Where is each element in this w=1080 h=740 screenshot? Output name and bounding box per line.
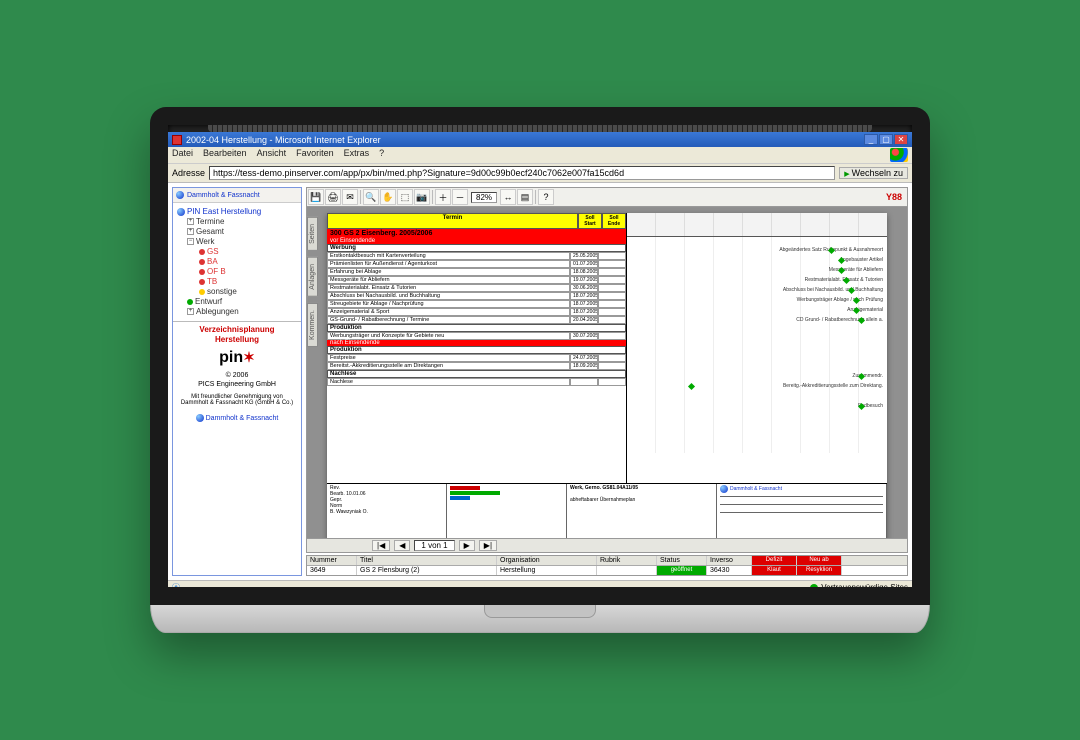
cell-titel: GS 2 Flensburg (2): [357, 566, 497, 575]
brand-logo-icon: [176, 191, 184, 199]
tree-item-sonstige[interactable]: sonstige: [177, 287, 297, 297]
brand-logo-icon: [196, 414, 204, 422]
tree-item-ofb[interactable]: OF B: [177, 267, 297, 277]
globe-icon: [177, 208, 185, 216]
btn-resyklion[interactable]: Resyklion: [797, 566, 842, 575]
cell-nummer: 3649: [307, 566, 357, 575]
prev-page-button[interactable]: ◀: [394, 540, 410, 551]
panel-heading2: Herstellung: [177, 336, 297, 344]
browser-menubar: Datei Bearbeiten Ansicht Favoriten Extra…: [168, 147, 912, 164]
page-count: 1 von 1: [414, 540, 454, 551]
cell-inverso: 36430: [707, 566, 752, 575]
minimize-button[interactable]: _: [864, 134, 878, 145]
window-titlebar: 2002-04 Herstellung - Microsoft Internet…: [168, 132, 912, 147]
search-icon[interactable]: 🔍: [363, 189, 379, 205]
toolbar-find: Y88: [886, 192, 902, 202]
pdf-toolbar: 💾 🖨 ✉ 🔍 ✋ ⬚ 📷 ＋ － 82% ↔: [306, 187, 908, 207]
title-block: Rev. Bearb. 10.01.06 Gepr. Norm B. Wawzy…: [327, 483, 887, 539]
col-termin: Termin: [327, 213, 578, 229]
btn-neuab[interactable]: Neu ab: [797, 556, 842, 565]
windows-logo-icon: [890, 148, 908, 162]
status-bar: ⓔ Vertrauenswürdige Sites: [168, 580, 912, 587]
save-icon[interactable]: 💾: [308, 189, 324, 205]
ie-logo-icon: ⓔ: [172, 582, 180, 587]
menu-help[interactable]: ?: [379, 148, 384, 162]
tree-item-ba[interactable]: BA: [177, 257, 297, 267]
col-inverso: Inverso: [707, 556, 752, 565]
col-nummer: Nummer: [307, 556, 357, 565]
cell-status: geöffnet: [657, 566, 707, 575]
go-button[interactable]: Wechseln zu: [839, 167, 908, 179]
col-sollende: Soll Ende: [602, 213, 626, 229]
security-shield-icon: [810, 584, 818, 588]
sidebar-info-panel: Verzeichnisplanung Herstellung pin✶ © 20…: [173, 321, 301, 575]
select-icon[interactable]: ⬚: [397, 189, 413, 205]
document-page: TerminSoll StartSoll Ende 300 GS 2 Eisen…: [327, 213, 887, 539]
viewer-tab-comments[interactable]: Kommen.: [307, 303, 318, 347]
col-org: Organisation: [497, 556, 597, 565]
next-page-button[interactable]: ▶: [459, 540, 475, 551]
btn-klaut[interactable]: Klaut: [752, 566, 797, 575]
sidebar-brand: Dammholt & Fassnacht: [173, 188, 301, 203]
tree-item-entwurf[interactable]: Entwurf: [177, 297, 297, 307]
doc-title: 300 GS 2 Eisenberg. 2005/2006: [327, 229, 626, 238]
navigation-sidebar: Dammholt & Fassnacht PIN East Herstellun…: [172, 187, 302, 576]
copyright-text: © 2006: [177, 372, 297, 379]
company-text: PICS Engineering GmbH: [177, 381, 297, 388]
last-page-button[interactable]: ▶|: [479, 540, 497, 551]
menu-view[interactable]: Ansicht: [257, 148, 287, 162]
hand-icon[interactable]: ✋: [380, 189, 396, 205]
viewer-tab-pages[interactable]: Seiten: [307, 217, 318, 251]
document-viewer: Seiten Anlagen Kommen. TerminSoll StartS…: [306, 207, 908, 539]
zoom-level[interactable]: 82%: [471, 192, 497, 203]
fitwidth-icon[interactable]: ↔: [500, 189, 516, 205]
tree-item-tb[interactable]: TB: [177, 277, 297, 287]
pin-logo: pin✶: [177, 349, 297, 367]
btn-defizit[interactable]: Defizit: [752, 556, 797, 565]
viewer-tab-attachments[interactable]: Anlagen: [307, 257, 318, 297]
cell-org: Herstellung: [497, 566, 597, 575]
page-navigator: |◀ ◀ 1 von 1 ▶ ▶|: [306, 539, 908, 553]
cell-rubrik: [597, 566, 657, 575]
col-titel: Titel: [357, 556, 497, 565]
menu-extras[interactable]: Extras: [344, 148, 370, 162]
panel-heading1: Verzeichnisplanung: [177, 326, 297, 334]
snapshot-icon[interactable]: 📷: [414, 189, 430, 205]
tree-item-ablegungen[interactable]: +Ablegungen: [177, 307, 297, 317]
maximize-button[interactable]: ▢: [879, 134, 893, 145]
tree-item-werk[interactable]: −Werk: [177, 237, 297, 247]
sec-werbung: Werbung: [327, 244, 626, 252]
gantt-chart: Abgeändertes Satz Ruhepunkt & Ausnahmeor…: [627, 213, 887, 453]
window-title: 2002-04 Herstellung - Microsoft Internet…: [186, 135, 381, 145]
zoomout-icon[interactable]: －: [452, 189, 468, 205]
security-zone: Vertrauenswürdige Sites: [821, 583, 908, 587]
address-bar: Adresse https://tess-demo.pinserver.com/…: [168, 164, 912, 183]
fitpage-icon[interactable]: ▤: [517, 189, 533, 205]
app-icon: [172, 135, 182, 145]
brand2-text: Dammholt & Fassnacht: [206, 415, 279, 422]
tree-item-gesamt[interactable]: +Gesamt: [177, 227, 297, 237]
close-button[interactable]: ✕: [894, 134, 908, 145]
col-rubrik: Rubrik: [597, 556, 657, 565]
help-icon[interactable]: ?: [538, 189, 554, 205]
record-grid: Nummer Titel Organisation Rubrik Status …: [306, 555, 908, 576]
col-sollstart: Soll Start: [578, 213, 602, 229]
tree-item-gs[interactable]: GS: [177, 247, 297, 257]
fineprint: Mit freundlicher Genehmigung von Dammhol…: [177, 394, 297, 406]
print-icon[interactable]: 🖨: [325, 189, 341, 205]
tree-item-termine[interactable]: +Termine: [177, 217, 297, 227]
menu-edit[interactable]: Bearbeiten: [203, 148, 247, 162]
menu-favorites[interactable]: Favoriten: [296, 148, 334, 162]
zoomin-icon[interactable]: ＋: [435, 189, 451, 205]
url-input[interactable]: https://tess-demo.pinserver.com/app/px/b…: [209, 166, 835, 180]
address-label: Adresse: [172, 168, 205, 178]
mail-icon[interactable]: ✉: [342, 189, 358, 205]
sec-produktion: Produktion: [327, 324, 626, 332]
menu-file[interactable]: Datei: [172, 148, 193, 162]
col-status: Status: [657, 556, 707, 565]
first-page-button[interactable]: |◀: [372, 540, 390, 551]
tree-root[interactable]: PIN East Herstellung: [177, 207, 297, 217]
nav-tree: PIN East Herstellung +Termine +Gesamt −W…: [173, 203, 301, 321]
